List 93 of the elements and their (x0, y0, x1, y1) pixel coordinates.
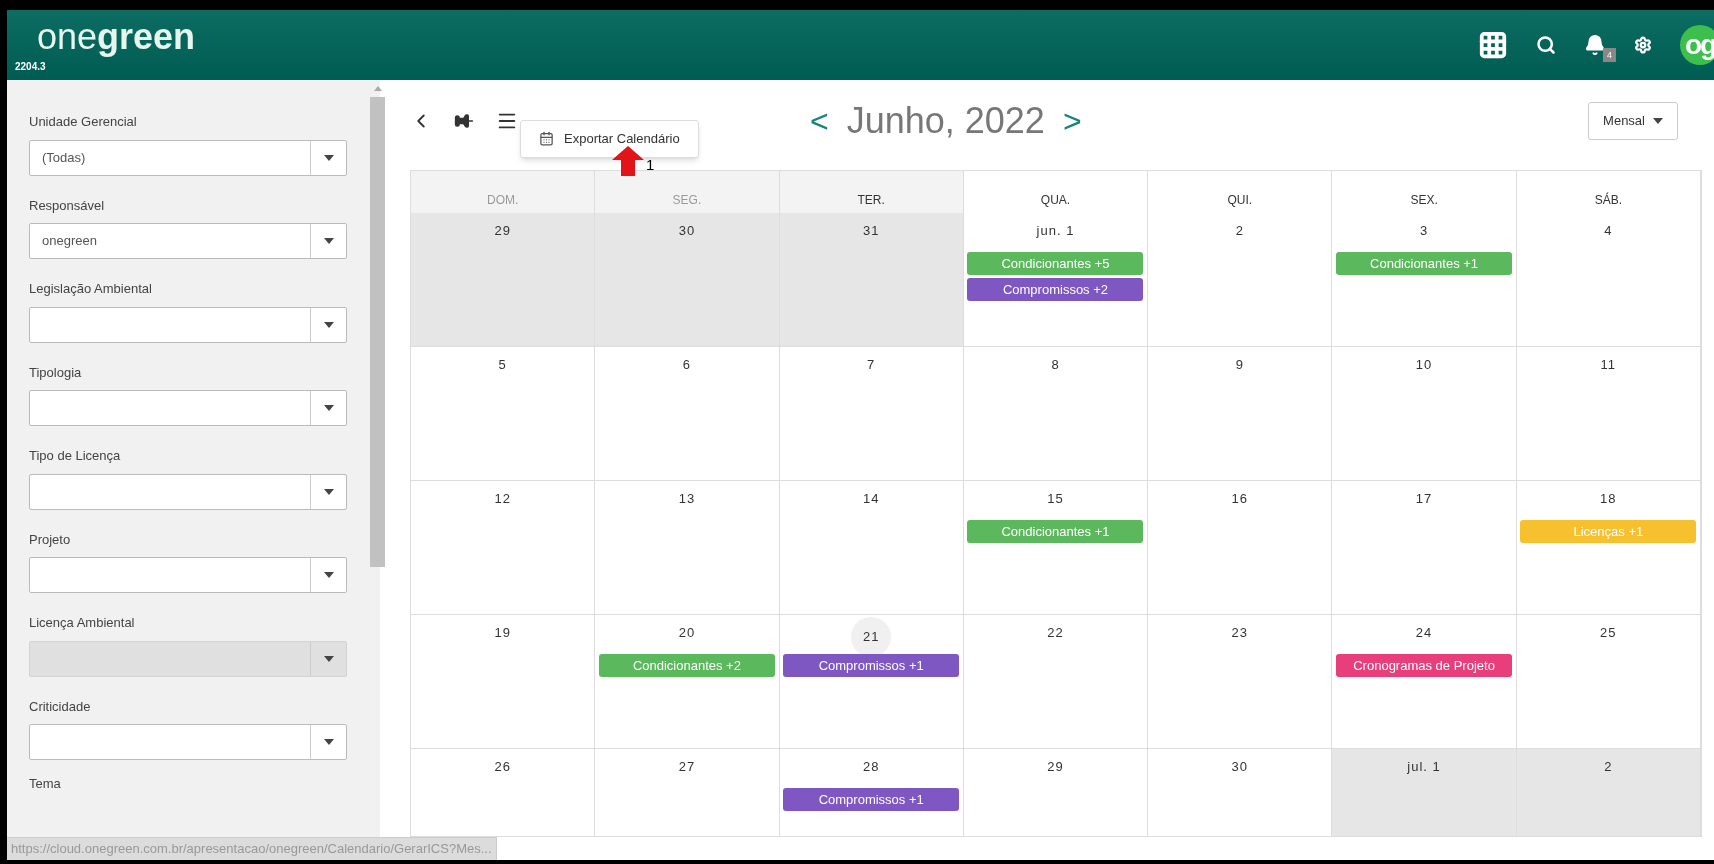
day-number: 11 (1600, 356, 1617, 374)
filter-label: Legislação Ambiental (29, 280, 153, 298)
next-month-button[interactable]: > (1062, 97, 1082, 145)
day-number: 18 (1600, 490, 1617, 508)
day-number: 4 (1604, 222, 1613, 240)
day-number: 2 (1604, 758, 1613, 776)
day-number: 26 (494, 758, 511, 776)
caret-icon (323, 405, 334, 411)
arrow-icon (612, 146, 644, 176)
day-number: 22 (1047, 624, 1064, 642)
caret-icon (1653, 118, 1663, 124)
day-number: 3 (1419, 222, 1429, 240)
select-field[interactable] (29, 306, 347, 343)
event-chip[interactable]: Compromissos +1 (783, 788, 960, 811)
url-status-tooltip: https://cloud.onegreen.com.br/apresentacao/onegreen/Calendario/GerarICS?Mes... (7, 837, 497, 860)
weekday-header: QUI. (1227, 192, 1253, 209)
caret-icon (323, 154, 334, 161)
pin-icon[interactable] (454, 111, 474, 131)
weekday-header: SÁB. (1594, 191, 1623, 209)
day-number: jun. 1 (1036, 222, 1075, 240)
filter-label: Unidade Gerencial (29, 113, 138, 131)
day-number: 30 (678, 222, 696, 240)
day-cell[interactable]: 31 (779, 213, 964, 346)
day-number: 30 (1231, 758, 1248, 776)
day-cell[interactable]: 2 (1516, 749, 1701, 836)
day-number: 17 (1415, 490, 1433, 508)
day-number: 14 (862, 490, 880, 508)
select-field[interactable] (29, 473, 347, 510)
day-number: 27 (678, 758, 696, 776)
annotation-number: 1 (646, 154, 655, 175)
filter-label: Tipologia (29, 363, 83, 382)
day-number: 12 (494, 490, 511, 508)
day-number: 23 (1231, 624, 1248, 642)
filter-label: Criticidade (29, 697, 92, 716)
settings-icon[interactable] (1634, 36, 1652, 54)
day-number: 28 (862, 758, 880, 776)
weekday-header: QUA. (1040, 192, 1071, 209)
day-number: 13 (678, 490, 696, 508)
day-number: 24 (1415, 624, 1433, 642)
day-cell[interactable]: 30 (595, 213, 780, 346)
event-chip[interactable]: Compromissos +1 (783, 654, 960, 677)
select-field[interactable] (29, 724, 347, 760)
day-number: 29 (494, 222, 511, 240)
previous-month-button[interactable]: < (810, 97, 829, 145)
month-title: Junho, 2022 (846, 99, 1045, 143)
day-number: 9 (1235, 356, 1244, 374)
day-number: 7 (867, 356, 876, 374)
day-number: 31 (862, 222, 880, 240)
caret-icon (323, 488, 334, 495)
weekday-header: TER. (857, 192, 885, 209)
filter-label: Responsável (29, 196, 106, 215)
select-field[interactable] (29, 557, 347, 593)
day-number: 8 (1051, 356, 1060, 374)
day-number: 16 (1231, 490, 1248, 508)
caret-icon (323, 572, 334, 578)
filter-label: Licença Ambiental (29, 614, 136, 632)
day-cell[interactable]: jul. 1 (1332, 749, 1517, 836)
weekday-header: SEX. (1410, 192, 1438, 209)
event-chip[interactable]: Cronogramas de Projeto (1336, 654, 1513, 677)
caret-icon (323, 655, 334, 662)
day-number: 5 (498, 356, 507, 374)
day-number: 15 (1047, 490, 1064, 508)
day-number: 19 (494, 624, 511, 642)
day-number: 21 (851, 617, 892, 657)
day-number: 2 (1235, 222, 1244, 240)
day-number: 29 (1047, 758, 1064, 776)
version-label: 2204.3 (15, 59, 47, 74)
bell-icon[interactable] (1584, 34, 1606, 56)
view-dropdown[interactable]: Mensal (1588, 102, 1678, 140)
logo: onegreen (37, 16, 196, 57)
select-field[interactable] (29, 390, 347, 426)
select-field[interactable]: (Todas) (29, 139, 347, 176)
day-number: 6 (682, 356, 692, 374)
calendar-icon (539, 131, 554, 147)
filter-label: Tema (29, 775, 62, 793)
caret-icon (323, 238, 334, 244)
day-number: 10 (1415, 356, 1433, 374)
day-number: jul. 1 (1407, 758, 1441, 776)
search-icon[interactable] (1536, 35, 1556, 55)
notification-count: 4 (1603, 48, 1616, 62)
weekday-header: SEG. (672, 192, 702, 209)
day-number: 20 (678, 624, 696, 642)
apps-grid-icon[interactable] (1478, 30, 1508, 60)
day-cell[interactable]: 29 (411, 213, 596, 346)
day-number: 25 (1600, 624, 1617, 642)
event-chip[interactable]: Compromissos +2 (967, 278, 1144, 301)
caret-icon (323, 321, 334, 328)
caret-icon (323, 739, 334, 745)
weekday-header: DOM. (486, 192, 519, 209)
filter-label: Projeto (29, 530, 72, 549)
menu-item[interactable]: Exportar Calendário (539, 129, 680, 149)
filter-label: Tipo de Licença (29, 447, 122, 465)
select-field[interactable]: onegreen (29, 223, 347, 259)
